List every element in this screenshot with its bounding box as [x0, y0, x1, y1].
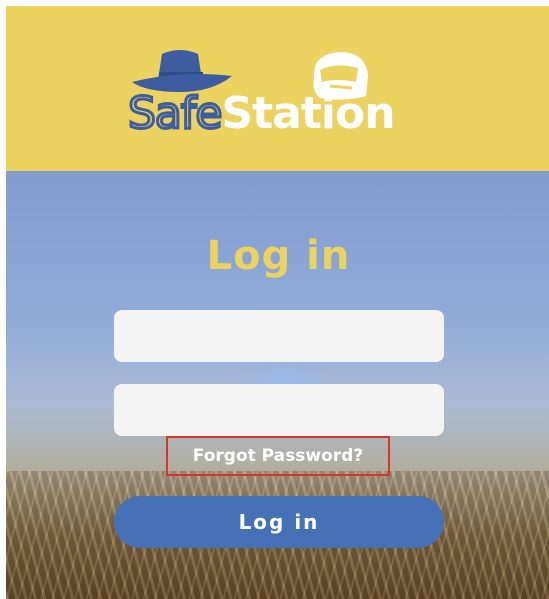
- login-button[interactable]: Log in: [114, 496, 444, 548]
- page-title: Log in: [206, 233, 351, 279]
- login-panel: Log in Forgot Password? Log in: [6, 171, 549, 599]
- forgot-password-link[interactable]: Forgot Password?: [166, 436, 390, 476]
- logo-text-station: Station: [221, 88, 395, 139]
- logo-text-safe: Safe: [126, 88, 223, 139]
- header: SafeStation: [6, 6, 549, 171]
- app-screen: SafeStation Log in Forgot Password? Log …: [6, 6, 549, 599]
- password-field[interactable]: [114, 384, 444, 436]
- username-field[interactable]: [114, 310, 444, 362]
- logo-wordmark: SafeStation: [126, 88, 395, 139]
- cowboy-hat-icon: [132, 50, 232, 92]
- safestation-logo: SafeStation: [124, 46, 444, 146]
